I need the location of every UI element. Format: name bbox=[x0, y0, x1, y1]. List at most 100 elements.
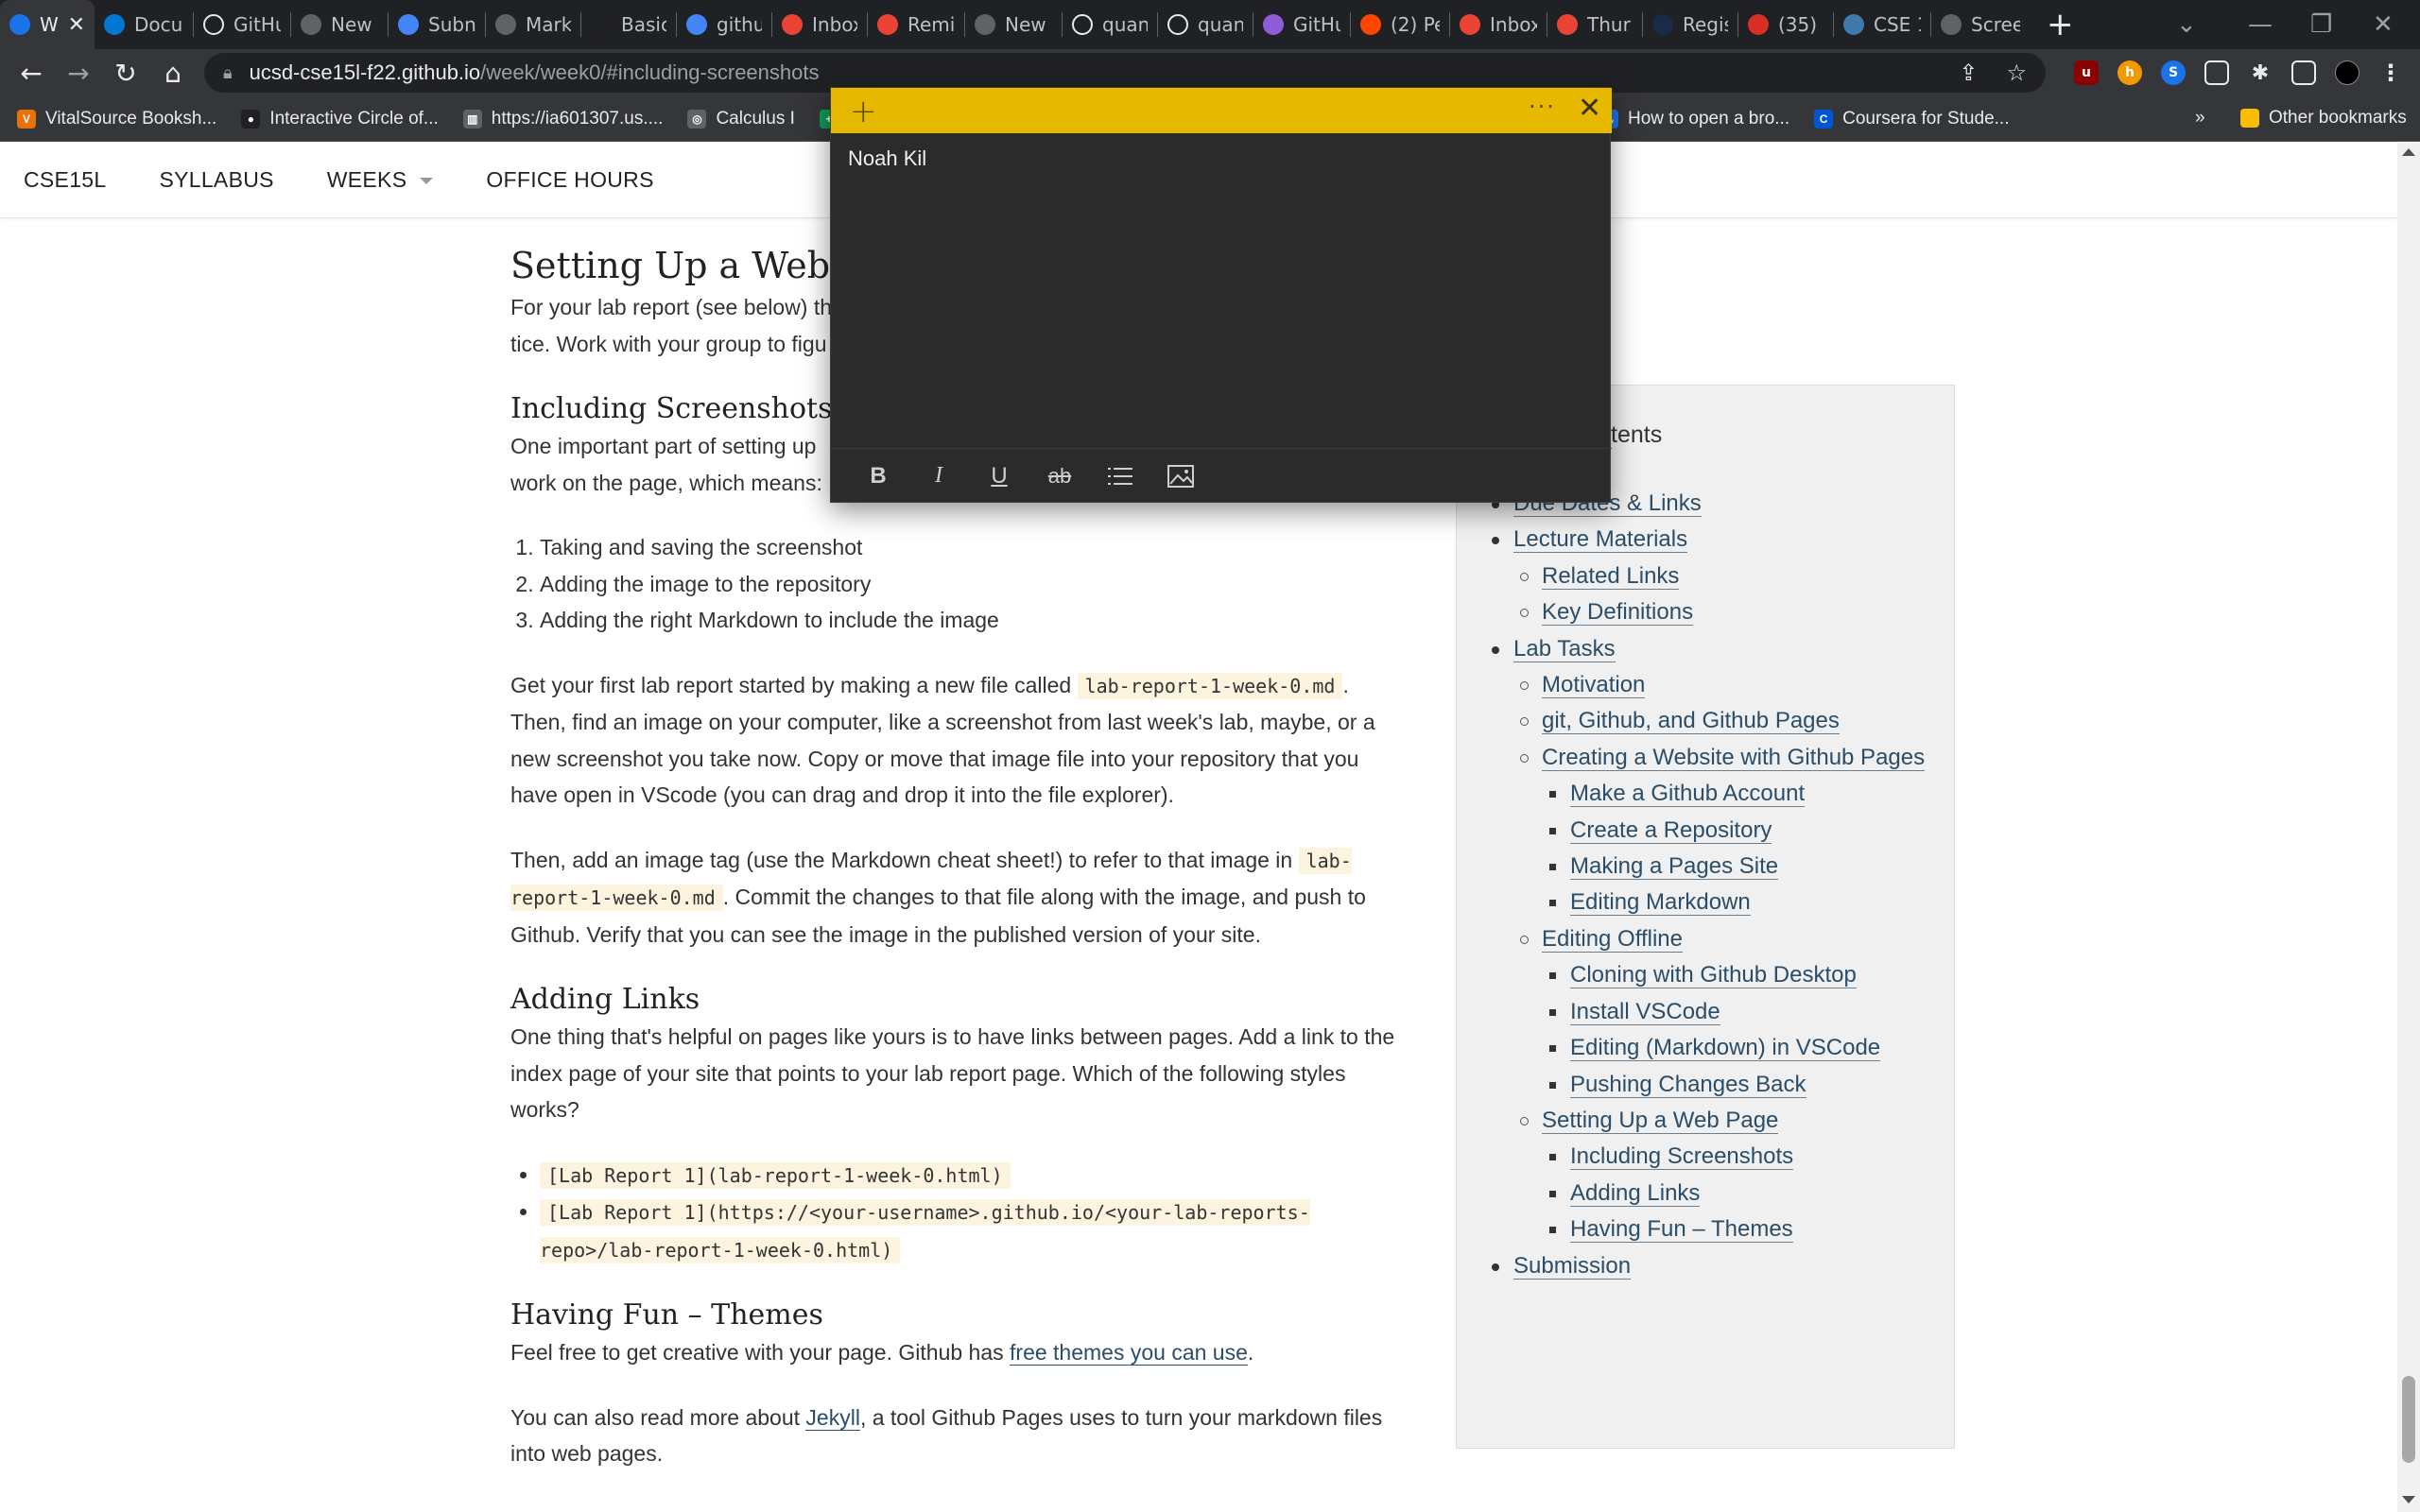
browser-tab[interactable]: Mark bbox=[486, 0, 580, 49]
browser-tab[interactable]: Scree bbox=[1931, 0, 2030, 49]
italic-icon[interactable]: I bbox=[908, 457, 969, 495]
add-note-icon[interactable]: + bbox=[850, 93, 877, 130]
maximize-window-button[interactable]: ❐ bbox=[2310, 0, 2332, 49]
browser-tab[interactable]: Inbox bbox=[772, 0, 867, 49]
toc-item[interactable]: Pushing Changes Back bbox=[1457, 1067, 1956, 1103]
scroll-down-arrow-icon[interactable] bbox=[2402, 1496, 2415, 1503]
browser-tab[interactable]: CSE 1 bbox=[1834, 0, 1930, 49]
toc-item[interactable]: Create a Repository bbox=[1457, 813, 1956, 849]
bookmark-favicon-icon: V bbox=[17, 109, 36, 129]
browser-menu-icon[interactable]: ⋮ bbox=[2378, 60, 2403, 86]
extensions-puzzle-icon[interactable]: ✱ bbox=[2248, 60, 2273, 85]
toc-item[interactable]: Making a Pages Site bbox=[1457, 849, 1956, 885]
honey-extension-icon[interactable]: h bbox=[2118, 60, 2142, 85]
jekyll-link[interactable]: Jekyll bbox=[805, 1404, 860, 1431]
toc-item[interactable]: Creating a Website with Github Pages bbox=[1457, 740, 1956, 776]
minimize-window-button[interactable]: — bbox=[2248, 0, 2273, 49]
bookmark-item[interactable]: ◡How to open a bro... bbox=[1599, 109, 1789, 129]
toc-item[interactable]: Motivation bbox=[1457, 667, 1956, 703]
forward-button[interactable]: → bbox=[55, 58, 102, 89]
nav-office-hours[interactable]: OFFICE HOURS bbox=[486, 167, 653, 193]
bookmark-item[interactable]: C Coursera for Stude... bbox=[1814, 109, 2009, 129]
browser-tab[interactable]: (35) I bbox=[1738, 0, 1833, 49]
close-window-button[interactable]: ✕ bbox=[2373, 0, 2394, 49]
profile-avatar[interactable] bbox=[2335, 60, 2360, 85]
reload-button[interactable]: ↻ bbox=[102, 58, 149, 89]
page-scrollbar[interactable] bbox=[2397, 143, 2420, 1512]
bullet-list-icon[interactable] bbox=[1090, 457, 1150, 495]
tab-label: Thur bbox=[1587, 13, 1631, 36]
browser-tab[interactable]: Docu bbox=[95, 0, 193, 49]
toc-item[interactable]: Editing Markdown bbox=[1457, 885, 1956, 920]
other-bookmarks-folder[interactable]: Other bookmarks bbox=[2240, 108, 2407, 129]
home-button[interactable]: ⌂ bbox=[149, 58, 197, 89]
bookmark-item[interactable]: ▥ https://ia601307.us.... bbox=[462, 109, 663, 129]
toc-item[interactable]: Lecture Materials bbox=[1457, 522, 1956, 558]
toc-item[interactable]: Key Definitions bbox=[1457, 594, 1956, 630]
bookmark-star-icon[interactable]: ☆ bbox=[2006, 60, 2027, 86]
toc-item[interactable]: Submission bbox=[1457, 1248, 1956, 1284]
toc-item[interactable]: Editing (Markdown) in VSCode bbox=[1457, 1030, 1956, 1066]
toc-item[interactable]: Setting Up a Web Page bbox=[1457, 1103, 1956, 1139]
tab-label: githu bbox=[717, 13, 762, 36]
toc-item[interactable]: Cloning with Github Desktop bbox=[1457, 957, 1956, 993]
browser-tab[interactable]: New bbox=[965, 0, 1062, 49]
toc-item[interactable]: Install VSCode bbox=[1457, 994, 1956, 1030]
sync-extension-icon[interactable]: S bbox=[2161, 60, 2186, 85]
browser-tab[interactable]: Remi bbox=[868, 0, 964, 49]
browser-tab[interactable]: Inbox bbox=[1450, 0, 1547, 49]
close-tab-icon[interactable]: ✕ bbox=[68, 13, 85, 37]
toc-item[interactable]: Adding Links bbox=[1457, 1176, 1956, 1211]
toc-item[interactable]: Including Screenshots bbox=[1457, 1139, 1956, 1175]
browser-tab[interactable]: Subn bbox=[389, 0, 485, 49]
insert-image-icon[interactable] bbox=[1150, 457, 1211, 495]
browser-tab[interactable]: quan bbox=[1063, 0, 1157, 49]
bookmark-item[interactable]: ◎ Calculus I bbox=[687, 109, 795, 129]
toc-item[interactable]: Lab Tasks bbox=[1457, 631, 1956, 667]
browser-tab[interactable]: W ✕ bbox=[0, 0, 95, 49]
browser-tab[interactable]: New bbox=[291, 0, 388, 49]
tab-search-icon[interactable]: ⌄ bbox=[2176, 0, 2197, 49]
ucsd-icon bbox=[1652, 14, 1673, 35]
strikethrough-icon[interactable]: ab bbox=[1029, 457, 1090, 495]
browser-tab[interactable]: githu bbox=[677, 0, 771, 49]
browser-tab[interactable]: Basic bbox=[581, 0, 676, 49]
nav-syllabus[interactable]: SYLLABUS bbox=[159, 167, 273, 193]
browser-tab[interactable]: quan bbox=[1158, 0, 1253, 49]
bookmark-item[interactable]: V VitalSource Booksh... bbox=[17, 109, 216, 129]
screen-extension-icon[interactable] bbox=[2204, 60, 2229, 85]
nav-weeks[interactable]: WEEKS bbox=[327, 167, 434, 193]
toc-item-label: Editing (Markdown) in VSCode bbox=[1570, 1035, 1881, 1062]
free-themes-link[interactable]: free themes you can use bbox=[1010, 1340, 1248, 1366]
underline-icon[interactable]: U bbox=[969, 457, 1029, 495]
nav-cse15l[interactable]: CSE15L bbox=[24, 167, 106, 193]
scrollbar-thumb[interactable] bbox=[2402, 1376, 2415, 1463]
toc-item-label: Having Fun – Themes bbox=[1570, 1216, 1793, 1244]
browser-tab[interactable]: Thur bbox=[1547, 0, 1642, 49]
toc-item-label: Creating a Website with Github Pages bbox=[1542, 744, 1926, 771]
new-tab-button[interactable]: + bbox=[2047, 6, 2074, 43]
more-bookmarks-button[interactable]: » bbox=[2195, 108, 2205, 129]
side-panel-icon[interactable] bbox=[2291, 60, 2316, 85]
toc-item[interactable]: Make a Github Account bbox=[1457, 776, 1956, 812]
browser-tab[interactable]: GitHu bbox=[194, 0, 290, 49]
sticky-note-header[interactable]: + ··· ✕ bbox=[831, 88, 1612, 133]
toc-item[interactable]: git, Github, and Github Pages bbox=[1457, 703, 1956, 739]
share-icon[interactable]: ⇪ bbox=[1959, 60, 1978, 86]
browser-tab[interactable]: Regis bbox=[1643, 0, 1737, 49]
toc-item-label: Setting Up a Web Page bbox=[1542, 1107, 1779, 1134]
browser-tab[interactable]: (2) Pe bbox=[1351, 0, 1449, 49]
toc-item[interactable]: Related Links bbox=[1457, 558, 1956, 594]
bold-icon[interactable]: B bbox=[848, 457, 908, 495]
scroll-up-arrow-icon[interactable] bbox=[2402, 148, 2415, 156]
browser-tab[interactable]: GitHu bbox=[1253, 0, 1350, 49]
toc-item[interactable]: Having Fun – Themes bbox=[1457, 1211, 1956, 1247]
back-button[interactable]: ← bbox=[8, 58, 55, 89]
sticky-note-text[interactable]: Noah Kil bbox=[848, 146, 926, 171]
bookmark-item[interactable]: ● Interactive Circle of... bbox=[241, 109, 439, 129]
more-options-icon[interactable]: ··· bbox=[1529, 94, 1556, 120]
ublock-extension-icon[interactable]: u bbox=[2074, 60, 2099, 85]
toc-item[interactable]: Editing Offline bbox=[1457, 921, 1956, 957]
close-icon[interactable]: ✕ bbox=[1578, 92, 1601, 125]
paragraph-image-tag: Then, add an image tag (use the Markdown… bbox=[510, 847, 1366, 947]
